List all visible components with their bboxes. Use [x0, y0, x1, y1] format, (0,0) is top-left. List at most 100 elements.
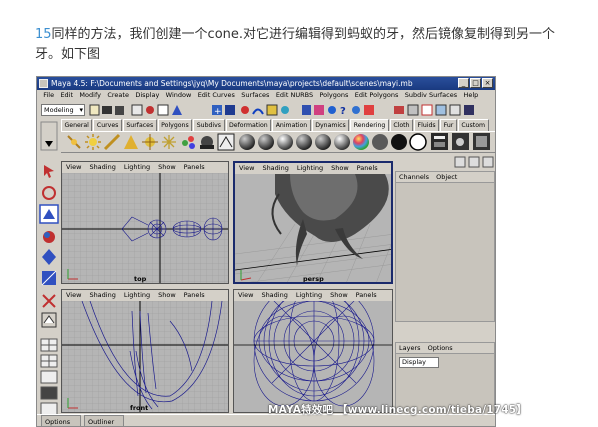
layer-display-select[interactable]: Display: [399, 357, 439, 368]
select-mode-icons[interactable]: [131, 104, 182, 116]
vp-menu-panels[interactable]: Panels: [356, 290, 377, 301]
shelf-tabs: General Curves Surfaces Polygons Subdivs…: [61, 119, 490, 131]
menu-polygons[interactable]: Polygons: [316, 90, 351, 101]
toolbox-icons[interactable]: [39, 161, 59, 427]
viewport-persp[interactable]: View Shading Lighting Show Panels persp: [233, 161, 393, 284]
vp-menu-lighting[interactable]: Lighting: [297, 163, 323, 174]
watermark: MAYA特效吧 【www.linecg.com/tieba/1745】: [268, 404, 528, 416]
shelf-tab-custom[interactable]: Custom: [457, 119, 489, 131]
shelf-tab-polygons[interactable]: Polygons: [157, 119, 193, 131]
maya-logo-icon: [39, 79, 48, 88]
vp-menu-shading[interactable]: Shading: [261, 290, 287, 301]
viewport-label-persp: persp: [303, 275, 324, 282]
menu-display[interactable]: Display: [132, 90, 162, 101]
channel-box-tab-channels[interactable]: Channels: [399, 173, 429, 181]
viewport-menu: View Shading Lighting Show Panels: [62, 290, 228, 301]
menu-window[interactable]: Window: [162, 90, 194, 101]
side-view-canvas: [234, 301, 392, 412]
menu-edit-curves[interactable]: Edit Curves: [195, 90, 239, 101]
vp-menu-view[interactable]: View: [238, 290, 253, 301]
taskbar-outliner[interactable]: Outliner: [84, 415, 124, 426]
window-title: Maya 4.5: F:\Documents and Settings\jyq\…: [51, 79, 413, 88]
render-icons[interactable]: ?: [302, 105, 374, 117]
taskbar-options[interactable]: Options: [41, 415, 81, 426]
mode-selector[interactable]: Modeling: [41, 104, 85, 116]
shelf-tab-animation[interactable]: Animation: [272, 119, 311, 131]
shelf-tab-cloth[interactable]: Cloth: [389, 119, 414, 131]
maximize-button[interactable]: □: [470, 78, 481, 88]
shelf-tab-subdivs[interactable]: Subdivs: [193, 119, 225, 131]
menu-modify[interactable]: Modify: [76, 90, 104, 101]
vp-menu-panels[interactable]: Panels: [357, 163, 378, 174]
vp-menu-view[interactable]: View: [239, 163, 254, 174]
menu-file[interactable]: File: [40, 90, 57, 101]
viewport-menu: View Shading Lighting Show Panels: [62, 162, 228, 173]
close-button[interactable]: ×: [482, 78, 493, 88]
vp-menu-show[interactable]: Show: [158, 162, 176, 173]
material-sphere-icons[interactable]: [239, 133, 427, 151]
vp-menu-lighting[interactable]: Lighting: [124, 290, 150, 301]
viewport-top[interactable]: View Shading Lighting Show Panels top: [61, 161, 229, 284]
svg-text:+: +: [214, 107, 222, 117]
viewport-side[interactable]: View Shading Lighting Show Panels: [233, 289, 393, 413]
layer-editor-header: Layers Options: [396, 343, 494, 354]
instruction-text-line1: 同样的方法，我们创建一个cone.对它进行编辑得到蚂蚁的牙，然后镜像复制得到另一…: [51, 27, 556, 42]
right-panel: Channels Object Layers Options Display: [395, 156, 495, 426]
shelf-tab-surfaces[interactable]: Surfaces: [122, 119, 157, 131]
svg-text:?: ?: [340, 106, 346, 117]
options-menu[interactable]: Options: [428, 344, 453, 352]
maya-screenshot: Maya 4.5: F:\Documents and Settings\jyq\…: [36, 76, 496, 427]
viewport-menu: View Shading Lighting Show Panels: [234, 290, 392, 301]
shelf-tab-deformation[interactable]: Deformation: [225, 119, 272, 131]
menu-edit-nurbs[interactable]: Edit NURBS: [273, 90, 317, 101]
vp-menu-shading[interactable]: Shading: [262, 163, 288, 174]
shelf-tab-rendering[interactable]: Rendering: [350, 119, 389, 131]
status-line-icons: + ?: [89, 104, 474, 117]
vp-menu-shading[interactable]: Shading: [89, 290, 115, 301]
menu-surfaces[interactable]: Surfaces: [238, 90, 273, 101]
vp-menu-panels[interactable]: Panels: [184, 162, 205, 173]
file-icons[interactable]: [89, 104, 124, 116]
viewport-front[interactable]: View Shading Lighting Show Panels front: [61, 289, 229, 413]
viewport-label-front: front: [130, 404, 149, 412]
vp-menu-show[interactable]: Show: [330, 290, 348, 301]
menu-edit-polygons[interactable]: Edit Polygons: [352, 90, 402, 101]
shelf-icons: [67, 133, 490, 151]
vp-menu-show[interactable]: Show: [158, 290, 176, 301]
vp-menu-view[interactable]: View: [66, 290, 81, 301]
layers-menu[interactable]: Layers: [399, 344, 421, 352]
shelf-tab-dynamics[interactable]: Dynamics: [311, 119, 350, 131]
shelf-tab-general[interactable]: General: [61, 119, 93, 131]
minimize-button[interactable]: _: [458, 78, 469, 88]
vp-menu-lighting[interactable]: Lighting: [124, 162, 150, 173]
shelf-tab-fur[interactable]: Fur: [440, 119, 457, 131]
channel-box-tab-object[interactable]: Object: [436, 173, 457, 181]
main-menu-bar: File Edit Modify Create Display Window E…: [37, 90, 495, 101]
window-title-bar: Maya 4.5: F:\Documents and Settings\jyq\…: [37, 77, 495, 90]
menu-subdiv-surfaces[interactable]: Subdiv Surfaces: [402, 90, 461, 101]
menu-edit[interactable]: Edit: [57, 90, 76, 101]
panel-icons[interactable]: [394, 104, 474, 116]
persp-view-canvas: [235, 174, 391, 282]
menu-help[interactable]: Help: [460, 90, 481, 101]
channel-box-header: Channels Object: [396, 172, 494, 183]
panel-layout-icons[interactable]: [395, 155, 495, 169]
shelf-tab-curves[interactable]: Curves: [93, 119, 122, 131]
status-line: Modeling +: [37, 102, 495, 118]
viewport-menu: View Shading Lighting Show Panels: [235, 163, 391, 174]
vp-menu-view[interactable]: View: [66, 162, 81, 173]
shelf-tab-fluids[interactable]: Fluids: [414, 119, 440, 131]
vp-menu-show[interactable]: Show: [331, 163, 349, 174]
snap-icons[interactable]: +: [212, 104, 289, 117]
shelf-menu-icon[interactable]: [40, 121, 59, 153]
tool-box: [39, 161, 59, 427]
vp-menu-shading[interactable]: Shading: [89, 162, 115, 173]
light-icons[interactable]: [67, 133, 235, 151]
render-view-icons[interactable]: [431, 133, 490, 150]
top-view-canvas: [62, 173, 228, 283]
vp-menu-lighting[interactable]: Lighting: [296, 290, 322, 301]
rendering-shelf: [61, 131, 495, 153]
front-view-canvas: [62, 301, 228, 412]
vp-menu-panels[interactable]: Panels: [184, 290, 205, 301]
menu-create[interactable]: Create: [104, 90, 132, 101]
